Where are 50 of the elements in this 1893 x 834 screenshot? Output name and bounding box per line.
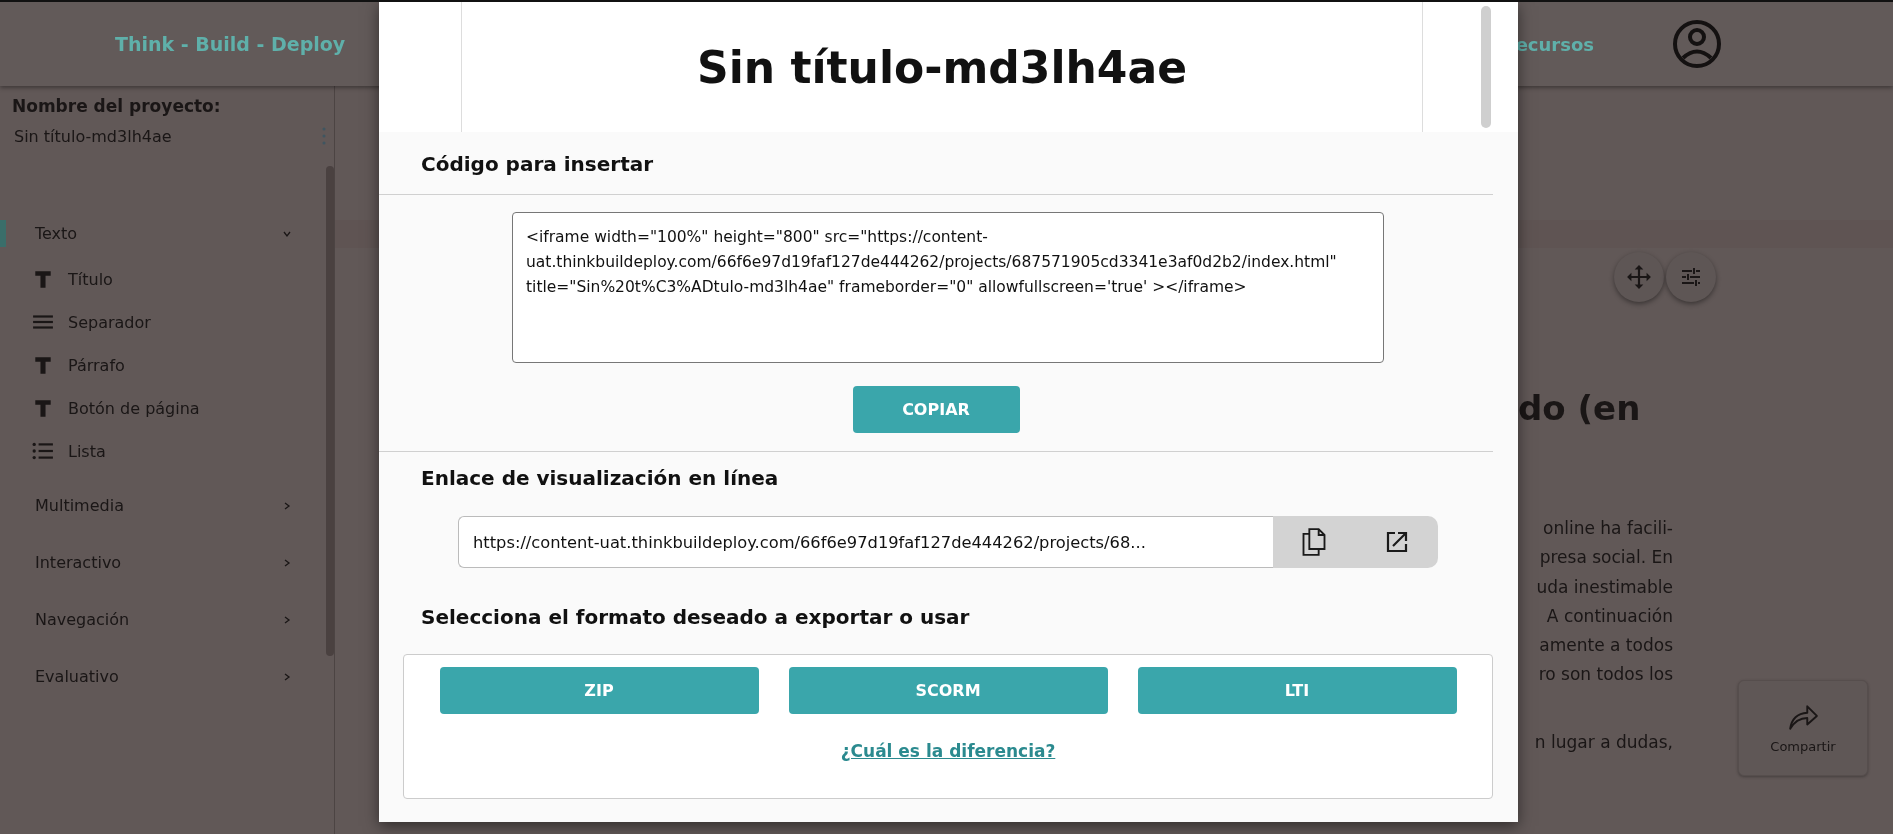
project-label: Nombre del proyecto: (11, 96, 222, 116)
paragraph-line: ro son todos los (1537, 663, 1673, 687)
list-icon (32, 440, 54, 462)
element-item[interactable]: Párrafo (68, 355, 125, 375)
chevron-icon (282, 614, 292, 625)
text-icon (32, 268, 54, 290)
text-icon (32, 354, 54, 376)
chevron-icon (282, 671, 292, 682)
user-avatar-icon[interactable] (1672, 19, 1722, 69)
text-icon (32, 397, 54, 419)
copy-button[interactable]: COPIAR (852, 386, 1020, 433)
embed-code-field[interactable]: <iframe width="100%" height="800" src="https://content-uat.thinkbuildeploy.com/66f6e97d19faf127de444262/projects/687571905cd3341e3af0d2b2/index.html" title="Sin%20t%C3%ADtulo-md3lh4ae" frameborder="0" allowfullscreen='true' ></iframe> (512, 212, 1384, 363)
section-title: Selecciona el formato deseado a exportar o usar (420, 605, 971, 629)
category-item[interactable]: Interactivo (0, 549, 292, 576)
settings-button[interactable] (1666, 252, 1716, 302)
nav-link[interactable]: ecursos (1515, 33, 1594, 55)
url-field[interactable]: https://content-uat.thinkbuildeploy.com/66f6e97d19faf127de444262/projects/68... (458, 516, 1273, 568)
category-item[interactable]: Multimedia (0, 492, 292, 519)
element-item[interactable]: Lista (68, 441, 106, 461)
help-link[interactable]: ¿Cuál es la diferencia? (840, 741, 1056, 761)
sliders-icon (1679, 265, 1703, 289)
category-item[interactable]: Navegación (0, 606, 292, 633)
category-item[interactable]: Texto (0, 220, 292, 247)
brand-title[interactable]: Think - Build - Deploy (115, 33, 346, 55)
content-heading: do (en (1518, 388, 1642, 428)
copy-icon[interactable] (1302, 528, 1327, 556)
paragraph-line: online ha facili- (1542, 517, 1673, 540)
element-item[interactable]: Botón de página (68, 398, 200, 418)
paragraph-line: amente a todos (1538, 634, 1673, 658)
share-icon (1787, 702, 1819, 731)
element-item[interactable]: Título (68, 269, 113, 289)
chevron-icon (282, 557, 292, 568)
chevron-icon (282, 500, 292, 511)
section-title: Código para insertar (420, 152, 655, 176)
scrollbar[interactable] (1481, 6, 1491, 128)
move-icon (1626, 264, 1652, 290)
format-button[interactable]: SCORM (788, 667, 1108, 714)
paragraph-line: n lugar a dudas, (1533, 730, 1673, 754)
paragraph-line: A continuación (1545, 604, 1673, 628)
category-item[interactable]: Evaluativo (0, 663, 292, 690)
format-button[interactable]: ZIP (439, 667, 759, 714)
project-name: Sin título-md3lh4ae (14, 126, 172, 146)
share-button[interactable]: Compartir (1738, 680, 1868, 776)
move-button[interactable] (1614, 252, 1664, 302)
paragraph-line: presa social. En (1538, 546, 1673, 570)
section-title: Enlace de visualización en línea (420, 466, 780, 490)
format-button[interactable]: LTI (1137, 667, 1457, 714)
paragraph-line: uda inestimable (1535, 575, 1673, 599)
preview-title: Sin título-md3lh4ae (697, 42, 1187, 94)
element-item[interactable]: Separador (68, 312, 151, 332)
